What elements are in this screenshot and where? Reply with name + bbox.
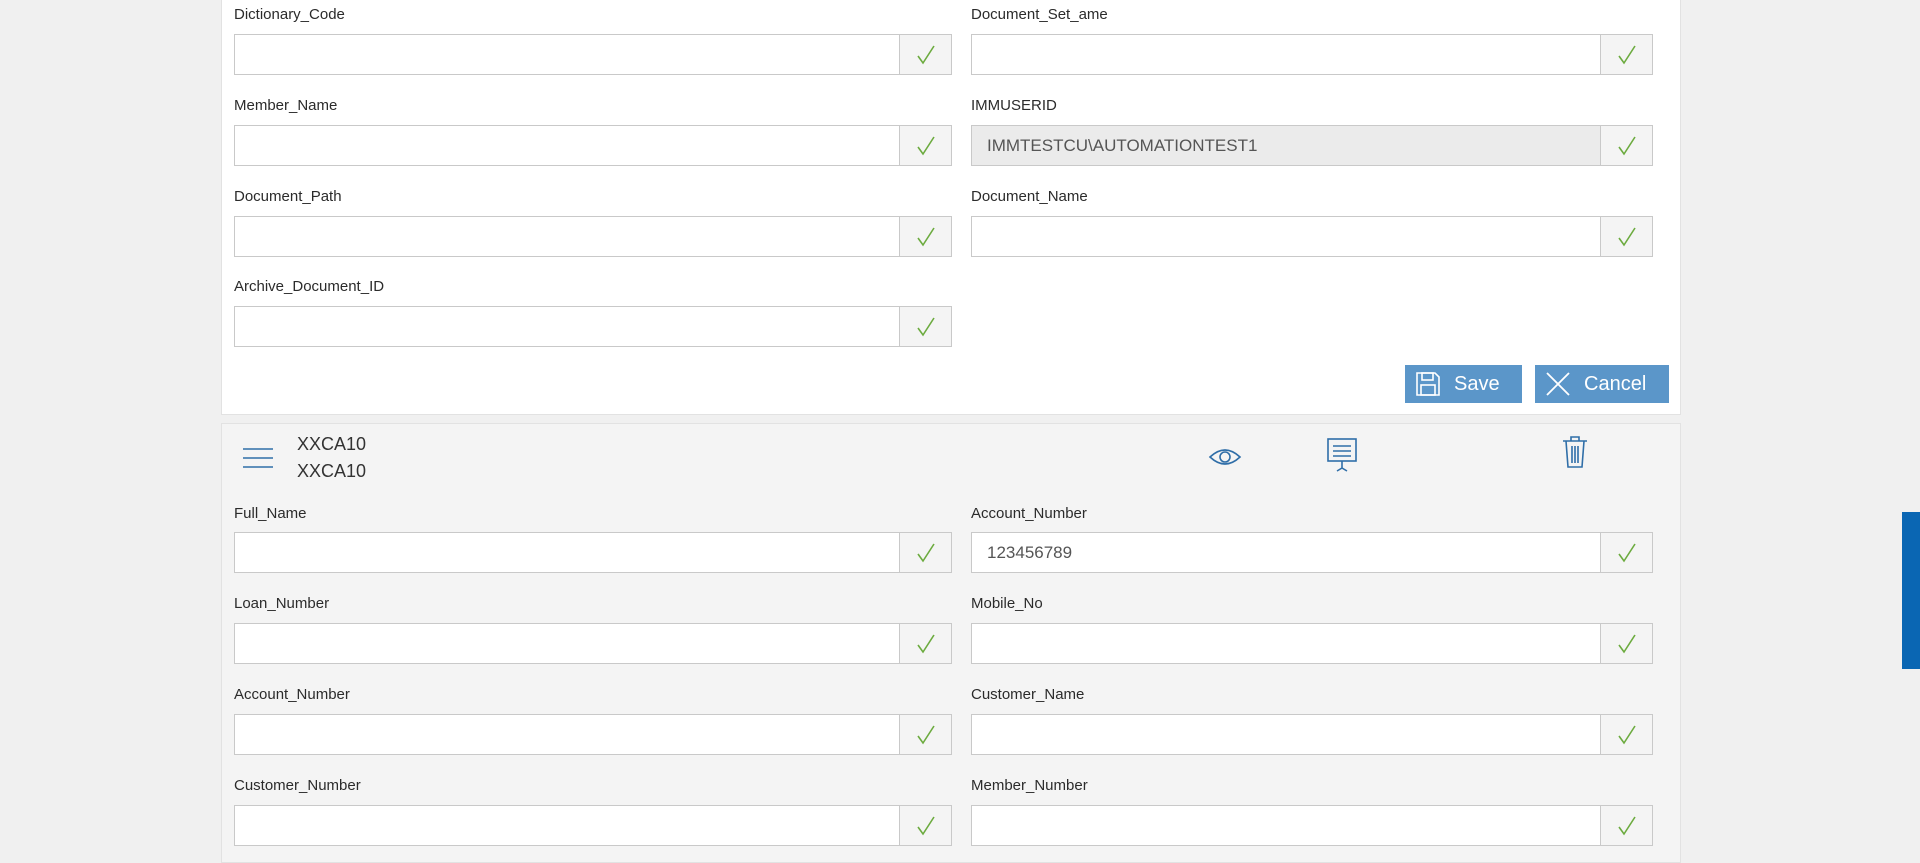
monitor-icon[interactable] <box>1326 437 1358 478</box>
check-icon <box>916 634 935 653</box>
customer-number-field <box>234 805 952 846</box>
check-icon <box>1617 45 1636 64</box>
cancel-button[interactable]: Cancel <box>1535 365 1669 403</box>
field-label: Document_Path <box>234 188 342 205</box>
check-icon <box>1617 634 1636 653</box>
save-button[interactable]: Save <box>1405 365 1522 403</box>
full-name-input[interactable] <box>235 533 900 572</box>
full-name-field <box>234 532 952 573</box>
dictionary-code-field <box>234 34 952 75</box>
save-button-label: Save <box>1454 372 1500 395</box>
validate-button[interactable] <box>899 307 951 346</box>
trash-icon[interactable] <box>1561 435 1589 474</box>
document-name-field <box>971 216 1653 257</box>
loan-number-input[interactable] <box>235 624 900 663</box>
account-number-input[interactable] <box>972 533 1601 572</box>
member-number-field <box>971 805 1653 846</box>
check-icon <box>916 317 935 336</box>
validate-button[interactable] <box>899 624 951 663</box>
check-icon <box>916 136 935 155</box>
dictionary-code-input[interactable] <box>235 35 900 74</box>
field-label: Member_Name <box>234 97 338 114</box>
field-label: Customer_Number <box>234 777 361 794</box>
customer-name-field <box>971 714 1653 755</box>
mobile-no-field <box>971 623 1653 664</box>
field-label: Account_Number <box>971 505 1087 522</box>
customer-number-input[interactable] <box>235 806 900 845</box>
document-title: XXCA10 <box>297 434 367 454</box>
document-set-name-input[interactable] <box>972 35 1601 74</box>
metadata-form-card: Dictionary_Code Document_Set_ame Member_… <box>221 0 1681 415</box>
immuserid-field <box>971 125 1653 166</box>
field-label: Account_Number <box>234 686 350 703</box>
field-label: IMMUSERID <box>971 97 1057 114</box>
field-label: Member_Number <box>971 777 1088 794</box>
menu-icon[interactable] <box>242 446 274 475</box>
archive-document-id-input[interactable] <box>235 307 900 346</box>
field-label: Mobile_No <box>971 595 1043 612</box>
check-icon <box>1617 227 1636 246</box>
validate-button[interactable] <box>1600 217 1652 256</box>
account-number-field <box>234 714 952 755</box>
validate-button[interactable] <box>899 126 951 165</box>
member-number-input[interactable] <box>972 806 1601 845</box>
check-icon <box>1617 543 1636 562</box>
check-icon <box>1617 816 1636 835</box>
check-icon <box>916 816 935 835</box>
field-label: Full_Name <box>234 505 307 522</box>
validate-button[interactable] <box>899 806 951 845</box>
validate-button[interactable] <box>1600 715 1652 754</box>
field-label: Customer_Name <box>971 686 1085 703</box>
document-path-field <box>234 216 952 257</box>
close-icon <box>1545 369 1575 399</box>
field-label: Archive_Document_ID <box>234 278 385 295</box>
validate-button[interactable] <box>899 35 951 74</box>
validate-button[interactable] <box>1600 624 1652 663</box>
document-name-input[interactable] <box>972 217 1601 256</box>
field-label: Document_Name <box>971 188 1088 205</box>
document-set-name-field <box>971 34 1653 75</box>
check-icon <box>916 725 935 744</box>
immuserid-input <box>972 126 1601 165</box>
field-label: Dictionary_Code <box>234 6 345 23</box>
customer-name-input[interactable] <box>972 715 1601 754</box>
check-icon <box>916 45 935 64</box>
document-card: XXCA10 XXCA10 Full_Name Account_Number L… <box>221 423 1681 863</box>
eye-icon[interactable] <box>1208 446 1242 473</box>
validate-button[interactable] <box>899 715 951 754</box>
account-number-field <box>971 532 1653 573</box>
field-label: Document_Set_ame <box>971 6 1108 23</box>
document-path-input[interactable] <box>235 217 900 256</box>
loan-number-field <box>234 623 952 664</box>
side-panel-tab[interactable] <box>1902 512 1920 669</box>
validate-button[interactable] <box>1600 806 1652 845</box>
check-icon <box>916 543 935 562</box>
document-subtitle: XXCA10 <box>297 461 367 481</box>
validate-button[interactable] <box>899 217 951 256</box>
member-name-field <box>234 125 952 166</box>
validate-button[interactable] <box>1600 35 1652 74</box>
archive-document-id-field <box>234 306 952 347</box>
floppy-disk-icon <box>1415 369 1445 399</box>
check-icon <box>916 227 935 246</box>
member-name-input[interactable] <box>235 126 900 165</box>
cancel-button-label: Cancel <box>1584 372 1647 395</box>
mobile-no-input[interactable] <box>972 624 1601 663</box>
field-label: Loan_Number <box>234 595 330 612</box>
validate-button[interactable] <box>899 533 951 572</box>
account-number-input[interactable] <box>235 715 900 754</box>
validate-button[interactable] <box>1600 533 1652 572</box>
check-icon <box>1617 136 1636 155</box>
validate-button[interactable] <box>1600 126 1652 165</box>
check-icon <box>1617 725 1636 744</box>
